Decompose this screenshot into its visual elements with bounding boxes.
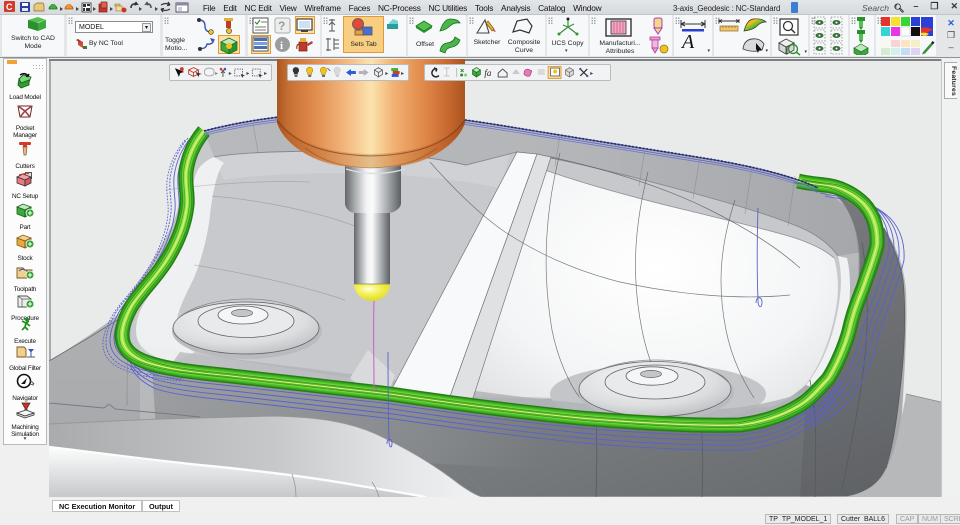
- svg-text:?: ?: [278, 19, 285, 33]
- svg-text:i: i: [280, 40, 283, 52]
- svg-text:fa: fa: [484, 68, 491, 78]
- svg-text:C: C: [6, 2, 13, 12]
